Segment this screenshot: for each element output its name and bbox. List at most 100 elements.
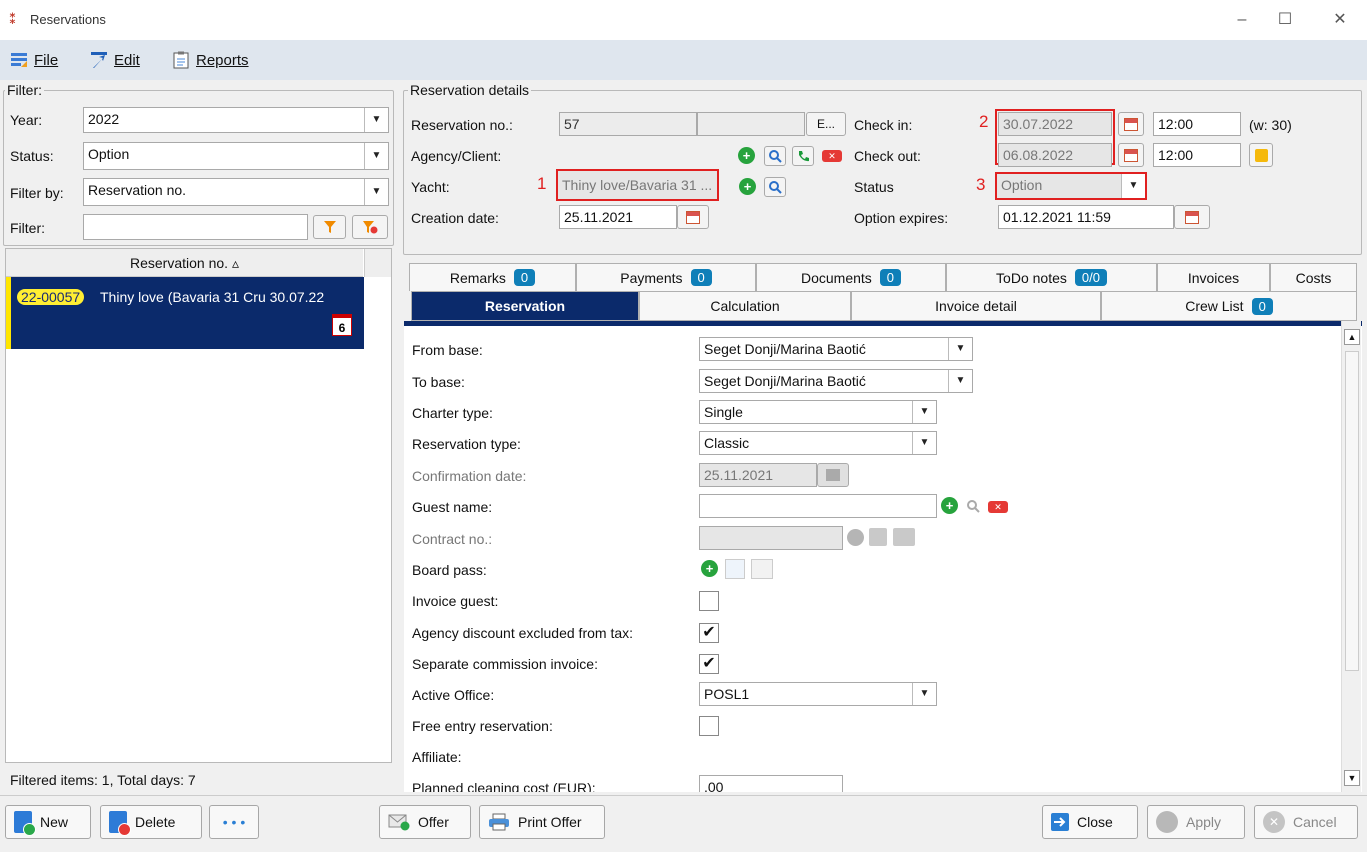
guest-name-field[interactable] [699,494,937,518]
add-client-icon[interactable]: + [738,147,755,164]
check-in-time-field[interactable]: 12:00 [1153,112,1241,136]
minimize-button[interactable]: – [1230,8,1254,32]
scroll-thumb[interactable] [1345,351,1359,671]
list-item[interactable]: 22-00057 Thiny love (Bavaria 31 Cru 30.0… [6,277,364,349]
reservation-no-field[interactable]: 57 [559,112,697,136]
add-yacht-icon[interactable]: + [739,178,756,195]
tab-invoice-detail[interactable]: Invoice detail [851,291,1101,321]
check-out-time-field[interactable]: 12:00 [1153,143,1241,167]
note-icon [1254,148,1268,162]
tab-todo-notes[interactable]: ToDo notes 0/0 [946,263,1157,291]
status-filter-select[interactable]: Option ▼ [83,142,389,170]
offer-button[interactable]: Offer [379,805,471,839]
reservation-no-extra-field[interactable] [697,112,805,136]
menu-reports[interactable]: Reports [172,50,249,70]
planned-cleaning-field[interactable]: .00 [699,775,843,792]
close-button-label: Close [1077,814,1113,830]
to-base-select[interactable]: Seget Donji/Marina Baotić ▼ [699,369,973,393]
creation-date-picker-button[interactable] [677,205,709,229]
guest-name-label: Guest name: [412,499,493,515]
yacht-label: Yacht: [411,179,450,195]
tab-remarks-label: Remarks [449,269,506,286]
yacht-field[interactable]: Thiny love/Bavaria 31 ... [556,169,719,201]
remove-client-icon[interactable]: ✕ [822,150,842,162]
check-out-date-field[interactable]: 06.08.2022 [998,143,1112,167]
search-client-button[interactable] [764,146,786,166]
tab-calculation[interactable]: Calculation [639,291,851,321]
search-guest-icon[interactable] [963,496,983,516]
tab-crew-list[interactable]: Crew List 0 [1101,291,1357,321]
charter-type-value: Single [704,404,743,420]
option-expires-field[interactable]: 01.12.2021 11:59 [998,205,1174,229]
tab-costs[interactable]: Costs [1270,263,1357,291]
note-button[interactable] [1249,143,1273,167]
new-button[interactable]: New [5,805,91,839]
tab-remarks[interactable]: Remarks 0 [409,263,576,291]
check-in-date-field[interactable]: 30.07.2022 [998,112,1112,136]
more-options-button[interactable]: • • • [209,805,259,839]
apply-filter-button[interactable] [313,215,346,239]
contract-document-icon[interactable] [869,528,887,546]
charter-type-select[interactable]: Single ▼ [699,400,937,424]
contract-action-icon[interactable] [847,529,864,546]
search-icon [768,180,782,194]
close-window-button[interactable]: ✕ [1328,8,1352,32]
board-pass-label: Board pass: [412,562,487,578]
call-client-button[interactable] [792,146,814,166]
filter-text-input[interactable] [83,214,308,240]
remove-guest-icon[interactable]: ✕ [988,501,1008,513]
search-yacht-button[interactable] [764,177,786,197]
creation-date-field[interactable]: 25.11.2021 [559,205,677,229]
reservation-type-select[interactable]: Classic ▼ [699,431,937,455]
separate-commission-checkbox[interactable]: ✔ [699,654,719,674]
check-in-date-picker-button[interactable] [1118,112,1144,136]
filter-by-select[interactable]: Reservation no. ▼ [83,178,389,206]
add-board-pass-icon[interactable]: + [701,560,718,577]
contract-no-field[interactable] [699,526,843,550]
tab-crew-list-label: Crew List [1185,298,1244,314]
confirmation-date-field[interactable]: 25.11.2021 [699,463,817,487]
invoice-guest-checkbox[interactable] [699,591,719,611]
confirmation-date-picker-button[interactable] [817,463,849,487]
option-expires-picker-button[interactable] [1174,205,1210,229]
check-out-date-picker-button[interactable] [1118,143,1144,167]
tab-invoices[interactable]: Invoices [1157,263,1270,291]
tab-reservation[interactable]: Reservation [411,291,639,321]
active-office-select[interactable]: POSL1 ▼ [699,682,937,706]
column-header-reservation-no[interactable]: Reservation no. ▵ [6,249,363,277]
clear-filter-button[interactable] [352,215,388,239]
year-value: 2022 [88,111,120,127]
reservation-details-legend: Reservation details [408,82,532,98]
board-pass-mail-icon[interactable] [751,559,773,579]
from-base-label: From base: [412,342,483,358]
close-button[interactable]: Close [1042,805,1138,839]
from-base-select[interactable]: Seget Donji/Marina Baotić ▼ [699,337,973,361]
free-entry-checkbox[interactable] [699,716,719,736]
chevron-down-icon: ▼ [1121,174,1145,198]
tab-documents[interactable]: Documents 0 [756,263,946,291]
add-guest-icon[interactable]: + [941,497,958,514]
contract-mail-icon[interactable] [893,528,915,546]
year-select[interactable]: 2022 ▼ [83,107,389,133]
tab-payments-count: 0 [690,269,712,286]
delete-button[interactable]: Delete [100,805,202,839]
reservation-edit-button[interactable]: E... [806,112,846,136]
print-offer-button[interactable]: Print Offer [479,805,605,839]
status-select[interactable]: Option ▼ [995,172,1147,200]
affiliate-label: Affiliate: [412,749,462,765]
cancel-button[interactable]: ✕ Cancel [1254,805,1358,839]
tab-payments[interactable]: Payments 0 [576,263,756,291]
mail-add-icon [388,814,410,831]
contract-no-label: Contract no.: [412,531,493,547]
scroll-down-arrow-icon[interactable]: ▼ [1344,770,1360,786]
agency-discount-checkbox[interactable]: ✔ [699,623,719,643]
tab-todo-count: 0/0 [1074,269,1107,286]
phone-icon [798,150,809,161]
board-pass-preview-icon[interactable] [725,559,745,579]
menu-file[interactable]: File [10,50,58,70]
maximize-button[interactable]: ☐ [1273,8,1297,32]
apply-button[interactable]: Apply [1147,805,1245,839]
scroll-up-arrow-icon[interactable]: ▲ [1344,329,1360,345]
form-scrollbar[interactable]: ▲ ▼ [1341,321,1361,792]
menu-edit[interactable]: Edit [90,50,140,70]
